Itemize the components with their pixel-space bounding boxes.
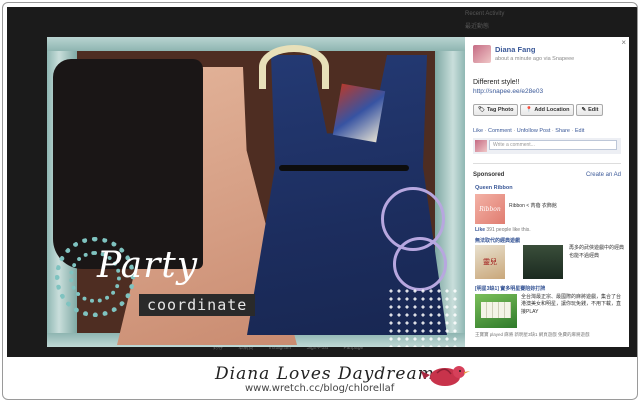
ad-image[interactable] xyxy=(475,294,517,328)
close-icon[interactable]: × xyxy=(621,38,626,47)
black-jacket xyxy=(53,59,203,269)
tag-icon: 🏷 xyxy=(478,107,485,113)
tag-photo-button[interactable]: 🏷 Tag Photo xyxy=(473,104,519,116)
photo-script-title: Party xyxy=(97,245,199,286)
edit-button[interactable]: ✎ Edit xyxy=(576,104,604,116)
post-action-links: Like · Comment · Unfollow Post · Share ·… xyxy=(473,128,584,134)
add-location-label: Add Location xyxy=(534,107,570,113)
red-bird-icon xyxy=(421,366,470,386)
create-ad-link[interactable]: Create an Ad xyxy=(586,172,621,178)
ad-image-secondary[interactable] xyxy=(523,245,563,279)
share-link[interactable]: Share xyxy=(555,128,570,134)
recent-activity-label: Recent Activity xyxy=(465,11,505,17)
recent-activity-label-zh: 最近動態 xyxy=(465,24,490,30)
location-pin-icon: 📍 xyxy=(525,107,533,113)
status-link[interactable]: http://snapee.ee/e28e03 xyxy=(473,88,543,95)
patterned-scarf xyxy=(332,83,386,143)
ad-footer: 王寶寶 played 麻將 新明星3缺1 網頁遊戲 免費的麻將遊戲 xyxy=(475,332,590,337)
like-link[interactable]: Like xyxy=(473,128,483,134)
edit-label: Edit xyxy=(588,107,599,113)
photo-subtitle: coordinate xyxy=(139,294,256,316)
ad-image[interactable]: Ribbon xyxy=(475,194,505,224)
pencil-icon: ✎ xyxy=(581,107,587,113)
comment-link[interactable]: Comment xyxy=(488,128,512,134)
photo-viewer-image[interactable]: Party coordinate xyxy=(47,37,465,347)
lilac-rose-icon xyxy=(393,237,447,291)
white-lace-decoration xyxy=(387,287,457,347)
tag-photo-label: Tag Photo xyxy=(486,107,514,113)
ad-text-right: 也能不過經典 xyxy=(569,252,600,259)
ad-text: 再多的武俠遊戲中的經典 也能不過經典 xyxy=(569,245,624,260)
screenshot-frame: Recent Activity 最近動態 封存 本網頁 Instagram Si… xyxy=(2,2,638,400)
divider xyxy=(473,163,621,164)
post-meta[interactable]: about a minute ago via Snapeee xyxy=(495,56,574,62)
status-text: Different style!! xyxy=(473,79,520,86)
ad-like-count: 391 people like this. xyxy=(486,227,531,233)
edit-link[interactable]: Edit xyxy=(575,128,584,134)
ad-title[interactable]: 無法取代的經典遊戲 xyxy=(475,237,520,244)
ad-image-text: Ribbon xyxy=(479,205,501,213)
photo-side-panel: × Diana Fang about a minute ago via Snap… xyxy=(465,37,629,347)
black-belt xyxy=(279,165,409,171)
blog-title: Diana Loves Daydream xyxy=(215,364,435,384)
headband xyxy=(259,45,329,89)
recent-activity-header: Recent Activity 最近動態 xyxy=(461,7,631,37)
ad-text: Ribbon < 芮蓓 衣飾館 xyxy=(509,203,557,209)
ad-image-text: 靈兒 xyxy=(483,259,497,266)
mahjong-tiles-icon xyxy=(481,302,511,318)
ad-title[interactable]: [明星3缺1] 實多明星賽陪妳打牌 xyxy=(475,285,545,292)
blog-url: www.wretch.cc/blog/chlorellaf xyxy=(245,383,395,394)
unfollow-post-link[interactable]: Unfollow Post xyxy=(517,128,551,134)
ad-text-left: 再多的武俠遊戲中的經典 xyxy=(569,245,625,251)
add-location-button[interactable]: 📍 Add Location xyxy=(520,104,575,116)
ad-text: 全台灣最正宗、最國際的麻將遊戲，集合了台港澳美女和明星，讓你玩免錢，不用下載，直… xyxy=(521,294,622,315)
sponsored-heading: Sponsored xyxy=(473,172,505,178)
avatar xyxy=(475,140,487,152)
wood-frame-top xyxy=(47,37,465,51)
avatar[interactable] xyxy=(473,45,491,63)
photo-actions-toolbar: 🏷 Tag Photo 📍 Add Location ✎ Edit xyxy=(473,104,604,116)
poster-name[interactable]: Diana Fang xyxy=(495,45,535,54)
ad-like-button[interactable]: Like xyxy=(475,227,485,233)
comment-input[interactable]: Write a comment... xyxy=(489,140,617,150)
ad-image[interactable]: 靈兒 xyxy=(475,245,505,279)
ad-like-row: Like 391 people like this. xyxy=(475,227,531,233)
comment-box: Write a comment... xyxy=(473,138,621,154)
ad-title[interactable]: Queen Ribbon xyxy=(475,185,513,191)
